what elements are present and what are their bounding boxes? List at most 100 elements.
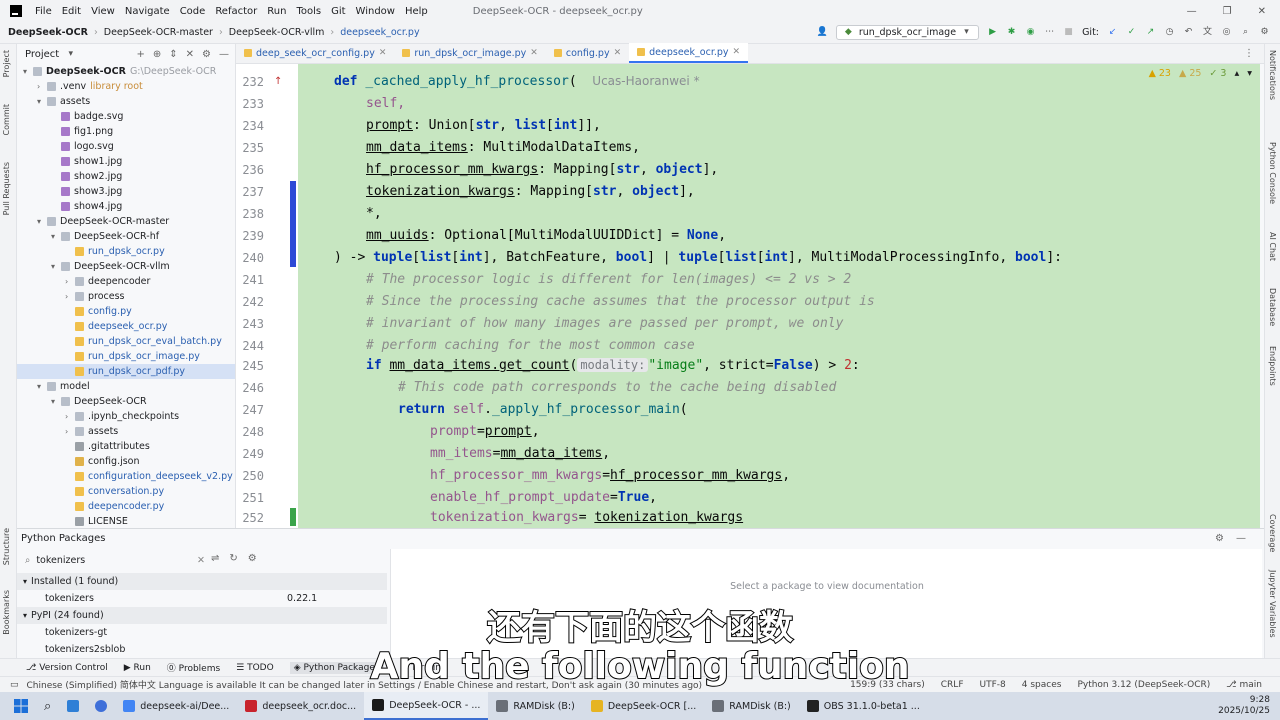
- tree-item[interactable]: ▾ DeepSeek-OCR G:\DeepSeek-OCR: [17, 64, 235, 79]
- installed-header[interactable]: ▾ Installed (1 found): [17, 573, 387, 590]
- tab-deep-seek-ocr-config[interactable]: deep_seek_ocr_config.py ✕: [236, 43, 394, 63]
- close-tab-icon[interactable]: ✕: [614, 48, 622, 58]
- tree-item[interactable]: fig1.png: [17, 124, 235, 139]
- tree-item[interactable]: deepencoder.py: [17, 499, 235, 514]
- tree-item[interactable]: ▾ DeepSeek-OCR-hf: [17, 229, 235, 244]
- breadcrumb-master[interactable]: DeepSeek-OCR-master: [102, 27, 215, 38]
- chevron-down-icon[interactable]: ▾: [37, 97, 47, 106]
- tree-item[interactable]: ▾ assets: [17, 94, 235, 109]
- tree-item[interactable]: ▾ DeepSeek-OCR-master: [17, 214, 235, 229]
- ai-assistant-icon[interactable]: ◎: [1221, 27, 1232, 38]
- refresh-icon[interactable]: ↻: [229, 553, 237, 564]
- taskbar-window-button[interactable]: RAMDisk (B:): [704, 692, 798, 720]
- tree-item[interactable]: › assets: [17, 424, 235, 439]
- menu-run[interactable]: Run: [262, 6, 291, 17]
- menu-git[interactable]: Git: [326, 6, 350, 17]
- menu-refactor[interactable]: Refactor: [210, 6, 262, 17]
- hide-icon[interactable]: —: [219, 49, 229, 60]
- tree-item[interactable]: show4.jpg: [17, 199, 235, 214]
- windows-start-icon[interactable]: [0, 692, 36, 720]
- expand-all-icon[interactable]: ✕: [186, 49, 194, 60]
- translate-icon[interactable]: 文: [1202, 27, 1213, 38]
- tab-run-dpsk-ocr-image[interactable]: run_dpsk_ocr_image.py ✕: [394, 43, 545, 63]
- git-push-icon[interactable]: ↗: [1145, 27, 1156, 38]
- chevron-down-icon[interactable]: ▾: [65, 49, 76, 60]
- user-icon[interactable]: 👤: [817, 27, 828, 38]
- restore-icon[interactable]: ❐: [1223, 6, 1232, 17]
- chevron-right-icon[interactable]: ›: [65, 292, 75, 301]
- debug-icon[interactable]: ✱: [1006, 27, 1017, 38]
- gear-icon[interactable]: ⚙: [202, 49, 211, 60]
- tree-item[interactable]: configuration_deepseek_v2.py: [17, 469, 235, 484]
- chevron-down-icon[interactable]: ▾: [37, 382, 47, 391]
- stripe-endpoints[interactable]: Endpoints: [1268, 346, 1277, 386]
- stop-icon[interactable]: ■: [1063, 27, 1074, 38]
- breadcrumb-file[interactable]: deepseek_ocr.py: [338, 27, 421, 38]
- close-tab-icon[interactable]: ✕: [733, 47, 741, 57]
- tree-item[interactable]: › .venv library root: [17, 79, 235, 94]
- chevron-down-icon[interactable]: ▾: [51, 397, 61, 406]
- git-commit-icon[interactable]: ✓: [1126, 27, 1137, 38]
- chevron-right-icon[interactable]: ›: [65, 277, 75, 286]
- taskbar-app-icon[interactable]: [87, 692, 115, 720]
- collapse-all-icon[interactable]: ⇕: [169, 49, 177, 60]
- tree-item[interactable]: LICENSE: [17, 514, 235, 528]
- package-search-input[interactable]: tokenizers: [36, 555, 191, 566]
- tree-item[interactable]: › deepencoder: [17, 274, 235, 289]
- menu-edit[interactable]: Edit: [57, 6, 86, 17]
- tree-item[interactable]: run_dpsk_ocr_pdf.py: [17, 364, 235, 379]
- tree-item[interactable]: › .ipynb_checkpoints: [17, 409, 235, 424]
- rollback-icon[interactable]: ↶: [1183, 27, 1194, 38]
- chevron-right-icon[interactable]: ›: [65, 427, 75, 436]
- menu-tools[interactable]: Tools: [291, 6, 326, 17]
- search-icon[interactable]: ⌕: [1240, 27, 1251, 38]
- menu-code[interactable]: Code: [175, 6, 211, 17]
- menu-window[interactable]: Window: [351, 6, 400, 17]
- project-panel-title[interactable]: Project: [25, 49, 59, 60]
- taskbar-app-icon[interactable]: [59, 692, 87, 720]
- chevron-down-icon[interactable]: ▾: [23, 67, 33, 76]
- close-tab-icon[interactable]: ✕: [379, 48, 387, 58]
- taskbar-window-button[interactable]: DeepSeek-OCR [...: [583, 692, 704, 720]
- chevron-down-icon[interactable]: ▾: [51, 262, 61, 271]
- tree-item[interactable]: ▾ DeepSeek-OCR-vllm: [17, 259, 235, 274]
- breadcrumb-vllm[interactable]: DeepSeek-OCR-vllm: [227, 27, 327, 38]
- locate-icon[interactable]: ⊕: [153, 49, 161, 60]
- taskbar-clock[interactable]: 9:28 2025/10/25: [1218, 695, 1280, 717]
- clear-search-icon[interactable]: ✕: [197, 555, 205, 566]
- history-icon[interactable]: ◷: [1164, 27, 1175, 38]
- stripe-structure[interactable]: Structure: [2, 528, 11, 565]
- stripe-ai-chat[interactable]: AI Chat: [1268, 232, 1277, 261]
- stripe-python-console[interactable]: Python Console: [1268, 142, 1277, 204]
- menu-help[interactable]: Help: [400, 6, 433, 17]
- tab-config[interactable]: config.py ✕: [546, 43, 629, 63]
- override-icon[interactable]: ↑: [274, 76, 282, 87]
- hide-icon[interactable]: —: [1236, 533, 1246, 544]
- git-update-icon[interactable]: ↙: [1107, 27, 1118, 38]
- tree-item[interactable]: deepseek_ocr.py: [17, 319, 235, 334]
- tree-item[interactable]: › process: [17, 289, 235, 304]
- run-config-dropdown[interactable]: ◆ run_dpsk_ocr_image ▾: [835, 25, 980, 40]
- gear-icon[interactable]: ⚙: [1215, 533, 1224, 544]
- vcs-change-marker[interactable]: [290, 181, 296, 267]
- tree-item[interactable]: run_dpsk_ocr_image.py: [17, 349, 235, 364]
- taskbar-window-button[interactable]: deepseek-ai/Dee...: [115, 692, 237, 720]
- tree-item[interactable]: config.py: [17, 304, 235, 319]
- coverage-icon[interactable]: ◉: [1025, 27, 1036, 38]
- breadcrumb-project[interactable]: DeepSeek-OCR: [0, 27, 90, 38]
- tree-item[interactable]: ▾ DeepSeek-OCR: [17, 394, 235, 409]
- stripe-coverage[interactable]: Coverage: [1268, 514, 1277, 552]
- stripe-commit[interactable]: Commit: [2, 104, 11, 135]
- stripe-project[interactable]: Project: [2, 50, 11, 77]
- close-icon[interactable]: ✕: [1258, 6, 1266, 17]
- chevron-down-icon[interactable]: ▾: [51, 232, 61, 241]
- chevron-right-icon[interactable]: ›: [37, 82, 47, 91]
- tree-item[interactable]: run_dpsk_ocr_eval_batch.py: [17, 334, 235, 349]
- chevron-up-icon[interactable]: ▴: [1234, 68, 1239, 79]
- settings-icon[interactable]: ⚙: [1259, 27, 1270, 38]
- run-icon[interactable]: ▶: [987, 27, 998, 38]
- code-editor[interactable]: ▲ 23 ▲ 25 ✓ 3 ▴ ▾ def _cached_apply_hf_p…: [298, 64, 1260, 528]
- menu-view[interactable]: View: [86, 6, 120, 17]
- stripe-pull-requests[interactable]: Pull Requests: [2, 162, 11, 215]
- stripe-notifications[interactable]: Notifications: [1268, 50, 1277, 100]
